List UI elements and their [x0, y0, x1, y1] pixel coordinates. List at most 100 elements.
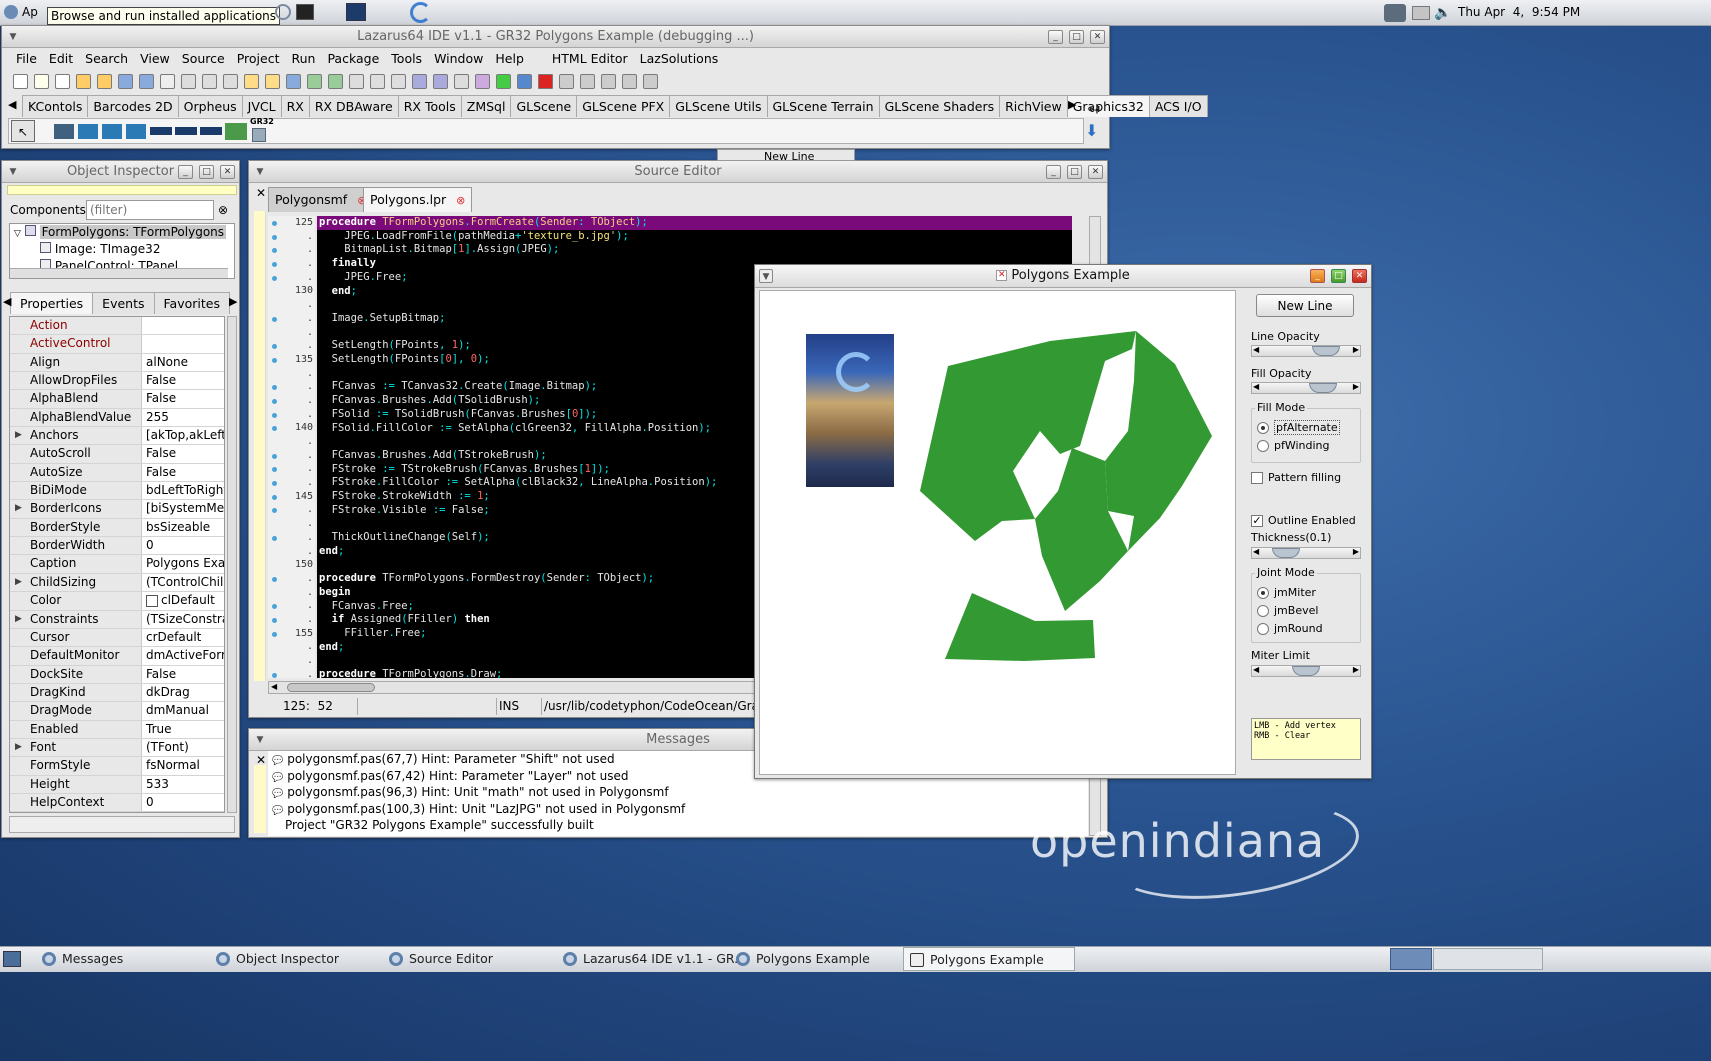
property-value[interactable]: alNone — [142, 353, 224, 372]
open-project-icon[interactable] — [265, 74, 280, 89]
window-menu-icon[interactable]: ▼ — [6, 30, 20, 44]
palette-tab-glscene-pfx[interactable]: GLScene PFX — [576, 95, 671, 117]
editor-tab-polygonsmf[interactable]: Polygonsmf ⊗ — [268, 187, 374, 212]
property-value[interactable]: Polygons Exar — [142, 555, 224, 573]
property-value[interactable]: dmActiveForm — [142, 647, 224, 665]
view-units-icon[interactable] — [202, 74, 217, 89]
property-value[interactable]: True — [142, 720, 224, 738]
menu-edit[interactable]: Edit — [43, 49, 79, 69]
menu-package[interactable]: Package — [321, 49, 385, 69]
fill-opacity-slider[interactable]: ◀ ▶ — [1251, 382, 1361, 394]
expand-arrow-icon[interactable]: ▶ — [15, 574, 22, 591]
fill-mode-alternate[interactable]: pfAlternate — [1257, 420, 1340, 435]
breakpoint-dot-icon[interactable] — [272, 426, 277, 432]
minimize-icon[interactable]: _ — [1310, 269, 1325, 283]
system-monitor-icon[interactable] — [346, 3, 366, 21]
stop-icon[interactable] — [538, 74, 553, 89]
close-icon[interactable]: ✕ — [1090, 30, 1105, 44]
property-row[interactable]: AlphaBlend False — [10, 390, 224, 409]
property-value[interactable]: 0 — [142, 537, 224, 555]
menu-help[interactable]: Help — [489, 49, 530, 69]
project-options-icon[interactable] — [349, 74, 364, 89]
component-icon-7[interactable] — [200, 127, 222, 135]
property-row[interactable]: Color clDefault — [10, 592, 224, 611]
radio-selected-icon[interactable] — [1257, 587, 1269, 599]
palette-tab-acs-i-o[interactable]: ACS I/O — [1148, 95, 1208, 117]
expand-arrow-icon[interactable]: ▶ — [15, 427, 22, 444]
hscroll-thumb[interactable] — [287, 683, 375, 692]
applications-icon[interactable] — [4, 5, 18, 19]
property-row[interactable]: Height 533 — [10, 775, 224, 794]
save-icon[interactable] — [118, 74, 133, 89]
maximize-icon[interactable]: □ — [1331, 269, 1346, 283]
miter-limit-thumb[interactable] — [1292, 666, 1320, 676]
checkbox-icon[interactable] — [1251, 472, 1263, 484]
close-tab-icon[interactable]: ✕ — [256, 186, 266, 200]
property-row[interactable]: ▶ Constraints (TSizeConstra — [10, 610, 224, 629]
breakpoint-dot-icon[interactable] — [272, 576, 277, 582]
tree-hscrollbar[interactable] — [10, 268, 228, 278]
property-value[interactable]: bdLeftToRight — [142, 482, 224, 500]
object-inspector-titlebar[interactable]: ▼ Object Inspector _ □ ✕ — [2, 161, 239, 183]
printer-icon[interactable] — [1412, 6, 1430, 20]
component-icon-2[interactable] — [78, 124, 98, 139]
new-file-icon[interactable] — [13, 74, 28, 89]
pause-icon[interactable] — [517, 74, 532, 89]
tree-node-form[interactable]: ▽ FormPolygons: TFormPolygons — [10, 224, 234, 241]
build-icon[interactable] — [307, 74, 322, 89]
breakpoint-dot-icon[interactable] — [272, 672, 277, 678]
breakpoint-dot-icon[interactable] — [272, 604, 277, 610]
palette-tab-glscene-terrain[interactable]: GLScene Terrain — [766, 95, 880, 117]
taskbar-item[interactable]: Polygons Example — [903, 947, 1075, 971]
line-opacity-slider[interactable]: ◀ ▶ — [1251, 345, 1361, 357]
property-value[interactable]: clDefault — [142, 592, 224, 610]
property-row[interactable]: DefaultMonitor dmActiveForm — [10, 647, 224, 666]
message-item[interactable]: 💬 polygonsmf.pas(96,3) Hint: Unit "math" … — [268, 784, 1088, 801]
tree-node-panel[interactable]: PanelControl: TPanel — [10, 258, 234, 268]
inspector-tab-events[interactable]: Events — [92, 292, 155, 314]
breakpoint-dot-icon[interactable] — [272, 617, 277, 623]
component-icon-5[interactable] — [150, 127, 172, 135]
inspector-tab-favorites[interactable]: Favorites — [153, 292, 230, 314]
palette-tab-glscene-utils[interactable]: GLScene Utils — [669, 95, 768, 117]
spiral-icon[interactable] — [410, 2, 431, 23]
property-row[interactable]: HelpContext 0 — [10, 793, 224, 812]
component-icon-3[interactable] — [102, 124, 122, 139]
breakpoint-dot-icon[interactable] — [272, 412, 277, 418]
run-to-cursor-icon[interactable] — [622, 74, 637, 89]
tabs-prev-arrow[interactable]: ◀ — [3, 295, 11, 308]
ide-titlebar[interactable]: ▼ Lazarus64 IDE v1.1 - GR32 Polygons Exa… — [2, 26, 1109, 48]
property-value[interactable]: 533 — [142, 775, 224, 793]
pattern-filling-checkbox[interactable]: Pattern filling — [1251, 471, 1341, 484]
palette-tab-rx[interactable]: RX — [280, 95, 310, 117]
property-value[interactable]: crDefault — [142, 628, 224, 647]
launcher-refresh-icon[interactable] — [275, 4, 291, 20]
breakpoint-dot-icon[interactable] — [272, 535, 277, 541]
property-value[interactable]: bsSizeable — [142, 518, 224, 537]
breakpoint-dot-icon[interactable] — [272, 494, 277, 500]
menu-view[interactable]: View — [134, 49, 176, 69]
close-icon[interactable]: ✕ — [1088, 165, 1103, 179]
close-icon[interactable] — [160, 74, 175, 89]
open-recent-icon[interactable] — [97, 74, 112, 89]
package-icon[interactable] — [475, 74, 490, 89]
workspace-switcher[interactable] — [1390, 948, 1432, 970]
window-menu-icon[interactable]: ▼ — [253, 733, 267, 747]
network-icon[interactable] — [1384, 4, 1406, 22]
new-form-icon[interactable] — [34, 74, 49, 89]
clock[interactable]: Thu Apr 4, 9:54 PM — [1458, 5, 1580, 19]
palette-tab-rx-tools[interactable]: RX Tools — [397, 95, 462, 117]
property-value[interactable] — [142, 335, 224, 353]
line-opacity-thumb[interactable] — [1312, 346, 1341, 356]
breakpoint-dot-icon[interactable] — [272, 357, 277, 363]
radio-icon[interactable] — [1257, 440, 1269, 452]
breakpoint-dot-icon[interactable] — [272, 344, 277, 350]
menu-html-editor[interactable]: HTML Editor — [546, 49, 634, 69]
find-replace-icon[interactable] — [391, 74, 406, 89]
close-icon[interactable]: ✕ — [1352, 269, 1367, 283]
breakpoint-dot-icon[interactable] — [272, 385, 277, 391]
taskbar-item[interactable]: Source Editor — [383, 947, 553, 971]
property-row[interactable]: Align alNone — [10, 353, 224, 373]
property-value[interactable] — [142, 317, 224, 335]
component-icon-4[interactable] — [126, 124, 146, 139]
